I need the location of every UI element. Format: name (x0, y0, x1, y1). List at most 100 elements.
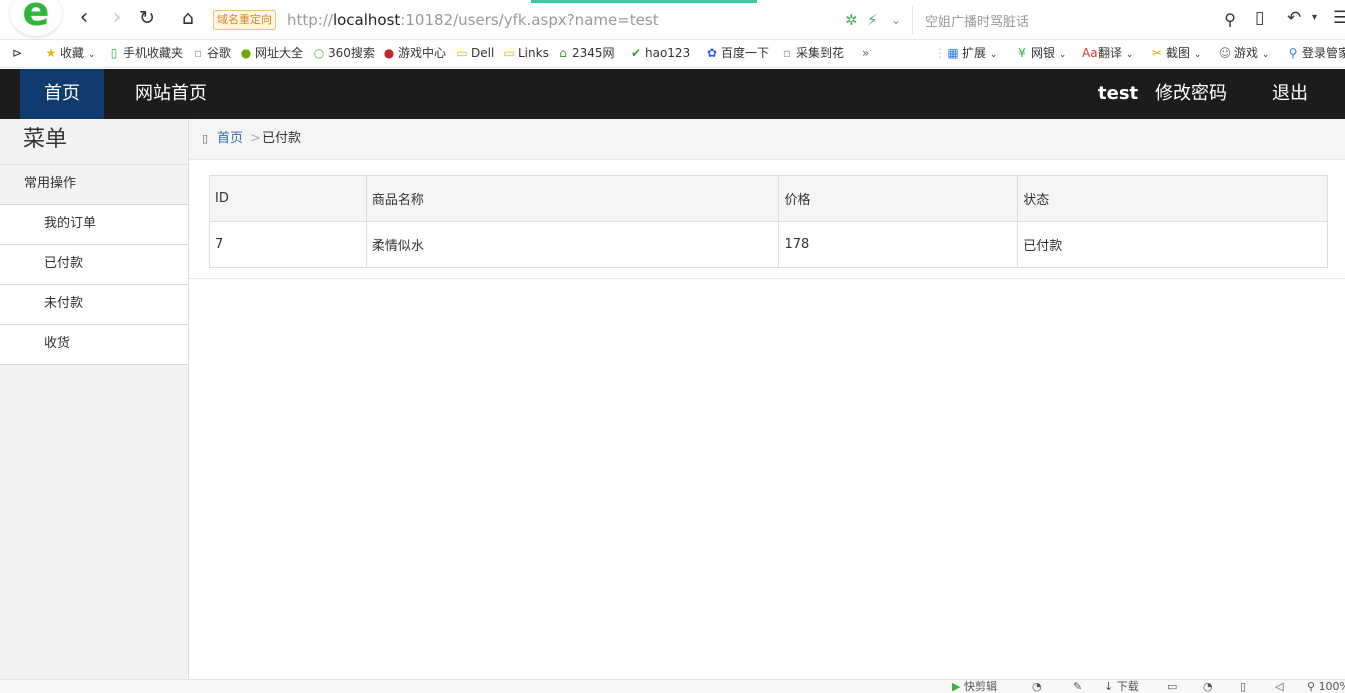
speed-icon[interactable]: ◔ (1032, 681, 1042, 693)
bookmark-item[interactable]: ● 游戏中心 (382, 45, 446, 61)
bookmark-item[interactable]: ▫ 谷歌 (191, 45, 231, 61)
login-manager-button[interactable]: ⚲ 登录管家 (1286, 45, 1345, 61)
undo-menu-icon[interactable]: ▾ (1312, 8, 1317, 28)
redirect-badge[interactable]: 域名重定向 (213, 10, 276, 30)
search-box[interactable]: 空姐广播时骂脏话 ⚲ (912, 6, 1242, 34)
bank-icon: ¥ (1018, 46, 1026, 60)
chevron-down-icon: ⌄ (1125, 50, 1134, 60)
back-icon[interactable]: ‹ (72, 7, 96, 31)
extensions-icon: ▦ (947, 46, 959, 60)
clip-icon: ▶ (952, 680, 961, 693)
screenshot-icon: ✂ (1151, 46, 1163, 60)
breadcrumb-current: 已付款 (262, 131, 302, 146)
bookmark-item[interactable]: ✿ 百度一下 (705, 45, 769, 61)
chevron-down-icon: ⌄ (1261, 50, 1270, 60)
sidebar-item-paid[interactable]: 已付款 (0, 245, 188, 285)
phone-icon: ▯ (110, 46, 118, 60)
sidebar-group-common[interactable]: 常用操作 (0, 165, 188, 205)
screenshot-button[interactable]: ✂ 截图 ⌄ (1150, 45, 1201, 63)
translate-button[interactable]: Aa翻译 ⌄ (1082, 45, 1133, 63)
bookmark-item[interactable]: ▫ 采集到花 (780, 45, 844, 61)
phone-icon[interactable]: ▯ (1255, 8, 1264, 28)
games-button[interactable]: ☺ 游戏 ⌄ (1218, 45, 1270, 63)
2345-icon: ⌂ (559, 46, 567, 60)
browser-logo-icon[interactable]: e (10, 0, 62, 36)
folder-icon: ▭ (456, 46, 468, 60)
chevron-down-icon[interactable]: ⌄ (891, 11, 901, 29)
sound-icon[interactable]: ◁ (1275, 681, 1283, 693)
address-bar[interactable]: 域名重定向 http://localhost:10182/users/yfk.a… (209, 6, 911, 34)
column-header-price: 价格 (778, 175, 1019, 222)
chevron-down-icon: ⌄ (87, 50, 96, 60)
bookmark-item[interactable]: ▯ 手机收藏夹 (107, 45, 183, 61)
game-icon: ● (383, 46, 395, 60)
search-placeholder[interactable]: 空姐广播时骂脏话 (925, 11, 1029, 30)
status-bar: ▶ 快剪辑 ◔ ✎ ↓ 下载 ▭ ◔ ▯ ◁ ⚲ 100% (0, 679, 1345, 693)
window-icon[interactable]: ▭ (1167, 681, 1177, 693)
zoom-icon: ⚲ (1307, 681, 1316, 693)
zoom-button[interactable]: ⚲ 100% (1307, 681, 1345, 693)
translate-icon: Aa (1082, 46, 1098, 60)
sidebar: 菜单 常用操作 我的订单 已付款 未付款 收货 (0, 119, 189, 679)
lightning-icon[interactable]: ⚡ (867, 11, 878, 29)
bookmark-item[interactable]: ✔ hao123 (629, 45, 690, 61)
cell-product-name: 柔情似水 (365, 221, 780, 268)
bookmark-item[interactable]: ○ 360搜索 (312, 45, 375, 61)
security-icon[interactable]: ✲ (845, 11, 858, 29)
menu-icon[interactable]: ☰ (1333, 8, 1345, 28)
refresh-icon[interactable]: ↻ (135, 7, 159, 31)
hao123-icon: ✔ (630, 46, 642, 60)
table-row: 7 柔情似水 178 已付款 (209, 221, 1328, 268)
column-header-id: ID (209, 175, 367, 222)
sidebar-toggle-icon[interactable]: ⊳ (12, 45, 22, 61)
undo-icon[interactable]: ↶ (1287, 8, 1301, 28)
column-header-product-name: 商品名称 (365, 175, 780, 222)
content-area: ID 商品名称 价格 状态 7 柔情似水 178 已付款 (189, 160, 1345, 279)
sidebar-title: 菜单 (0, 119, 188, 165)
home-icon[interactable]: ⌂ (176, 7, 200, 31)
sidebar-item-unpaid[interactable]: 未付款 (0, 285, 188, 325)
nav-home[interactable]: 首页 (20, 69, 104, 119)
breadcrumb-separator: > (250, 131, 261, 146)
url-text[interactable]: http://localhost:10182/users/yfk.aspx?na… (287, 10, 659, 30)
nav-logout[interactable]: 退出 (1272, 69, 1308, 119)
forward-icon[interactable]: › (105, 7, 129, 31)
more-bookmarks-icon[interactable]: » (862, 45, 869, 61)
site-header: 首页 网站首页 test 修改密码 退出 (0, 69, 1345, 119)
bookmark-item[interactable]: ⌂ 2345网 (556, 45, 614, 61)
gamepad-icon: ☺ (1218, 46, 1232, 60)
bank-button[interactable]: ¥ 网银 ⌄ (1015, 45, 1066, 63)
nav-site-home[interactable]: 网站首页 (135, 69, 207, 119)
nav-change-password[interactable]: 修改密码 (1155, 69, 1227, 119)
star-icon: ★ (45, 46, 57, 60)
chevron-down-icon: ⌄ (1193, 50, 1202, 60)
clip-button[interactable]: ▶ 快剪辑 (952, 681, 997, 693)
bookmark-item[interactable]: ★ 收藏 ⌄ (44, 45, 96, 63)
bookmark-item[interactable]: ● 网址大全 (239, 45, 303, 61)
divider-icon: ⋮ (934, 46, 946, 60)
chevron-down-icon: ⌄ (1058, 50, 1067, 60)
bookmark-item[interactable]: ▭ Links (502, 45, 549, 61)
breadcrumb-home-link[interactable]: 首页 (217, 119, 243, 159)
bookmark-item[interactable]: ▭ Dell (455, 45, 494, 61)
browser-toolbar: e ‹ › ↻ ⌂ 域名重定向 http://localhost:10182/u… (0, 0, 1345, 40)
globe-icon: ● (240, 46, 252, 60)
cell-id: 7 (209, 221, 367, 268)
cell-status: 已付款 (1017, 221, 1328, 268)
tool-icon[interactable]: ✎ (1073, 681, 1082, 693)
sidebar-item-my-orders[interactable]: 我的订单 (0, 205, 188, 245)
download-button[interactable]: ↓ 下载 (1104, 681, 1139, 693)
folder-icon: ▭ (503, 46, 515, 60)
bookmark-bar: ⊳ ★ 收藏 ⌄ ▯ 手机收藏夹 ▫ 谷歌 ● 网址大全 ○ 360搜索 ● 游戏中心 ▭ D… (0, 40, 1345, 68)
360-icon: ○ (313, 46, 325, 60)
chevron-down-icon: ⌄ (989, 50, 998, 60)
home-icon: ▯ (202, 132, 209, 145)
browser-icon[interactable]: ◔ (1203, 681, 1213, 693)
search-icon[interactable]: ⚲ (1224, 10, 1236, 29)
active-tab-indicator (531, 0, 757, 3)
cell-price: 178 (778, 221, 1019, 268)
page-icon[interactable]: ▯ (1240, 681, 1246, 693)
extensions-button[interactable]: ▦ 扩展 ⌄ (946, 45, 997, 63)
sidebar-item-received[interactable]: 收货 (0, 325, 188, 365)
nav-username[interactable]: test (1098, 69, 1138, 119)
